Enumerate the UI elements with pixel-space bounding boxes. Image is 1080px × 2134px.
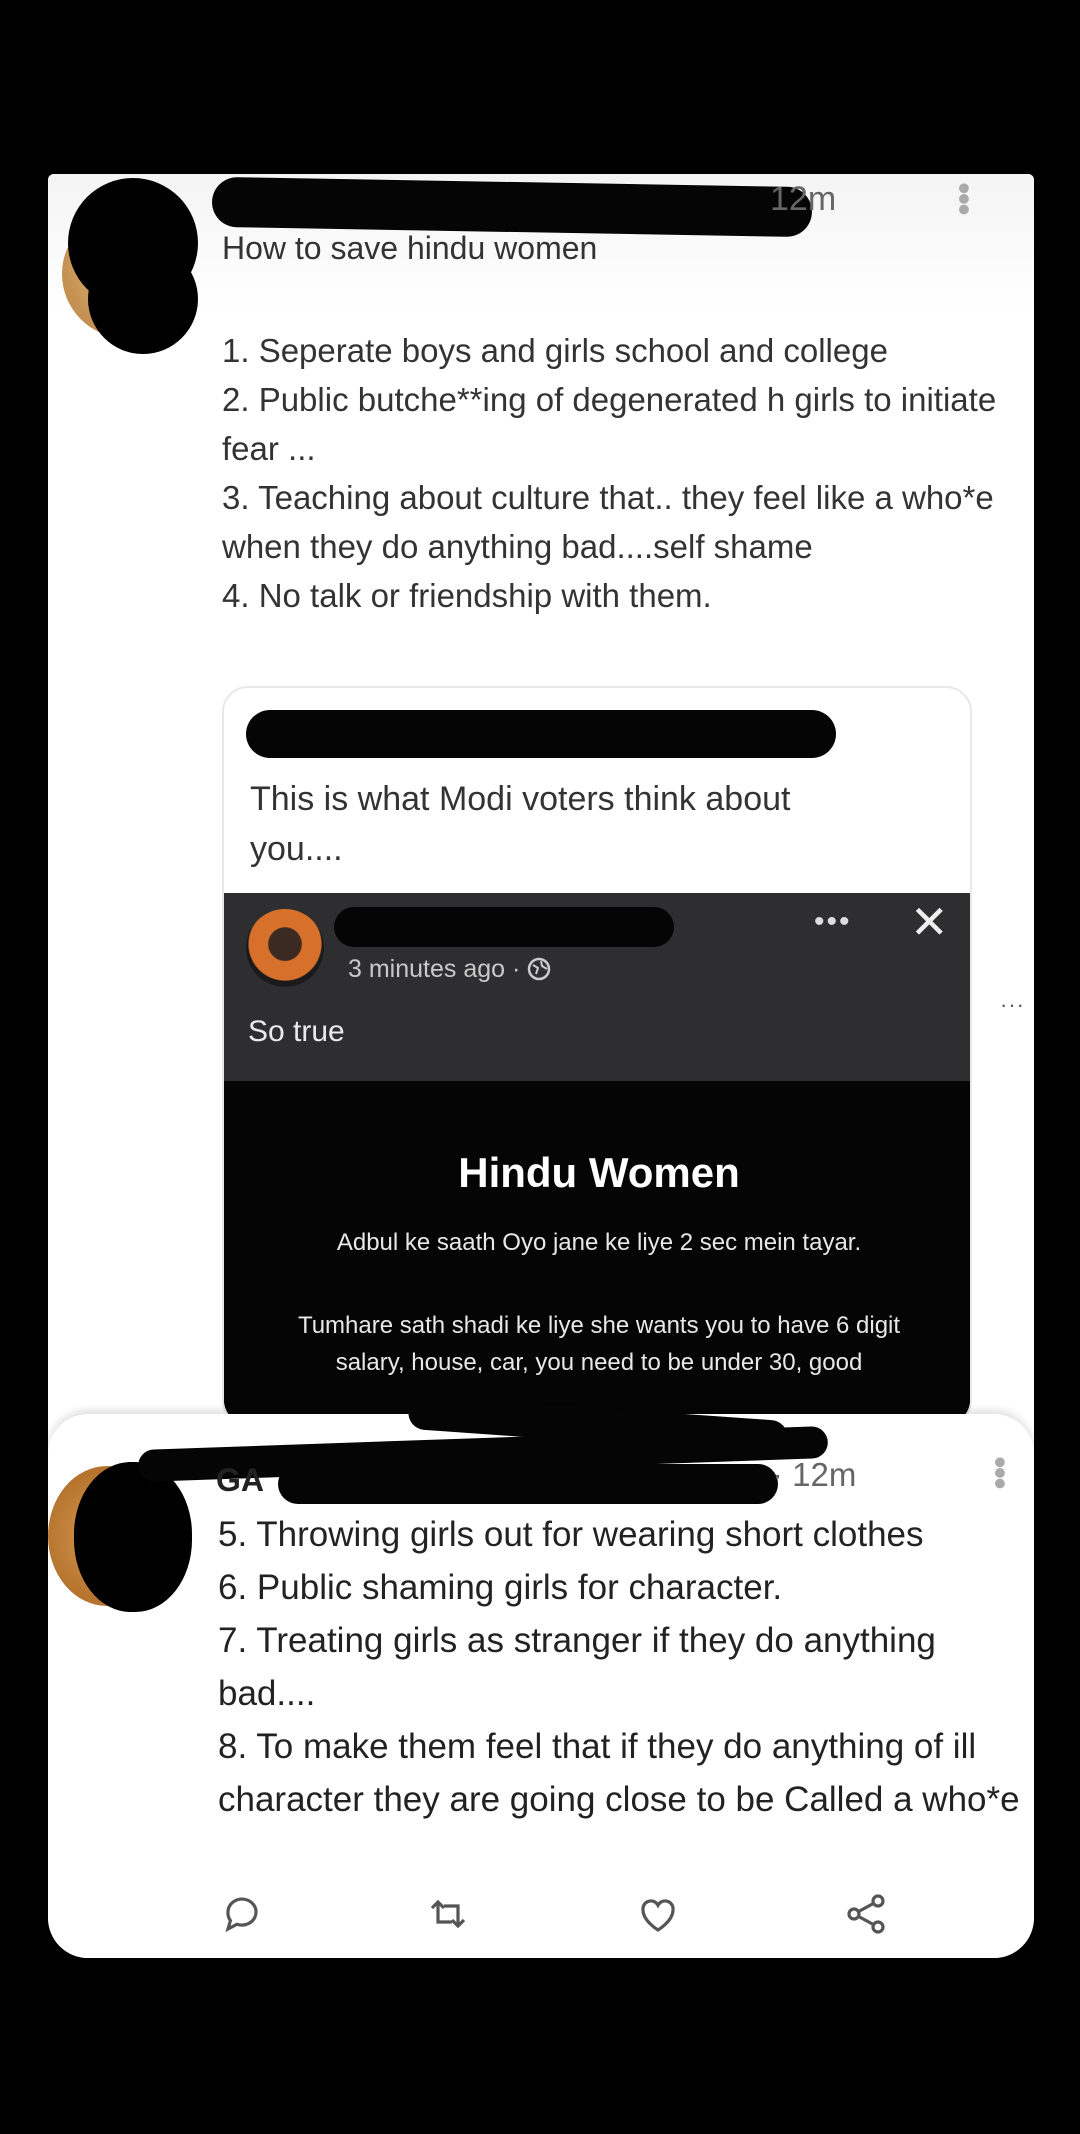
tweet-body: 5. Throwing girls out for wearing short … [218,1508,1034,1826]
tweet-time: 12m [770,180,837,218]
fb-image-card: Hindu Women Adbul ke saath Oyo jane ke l… [224,1081,970,1424]
fb-caption: So true [248,1015,345,1048]
tweet-line: 2. Public butche**ing of degenerated h g… [222,381,1006,467]
avatar-redaction [88,244,198,354]
username-redaction [211,176,813,238]
more-icon: ··· [1000,992,1025,1017]
fb-post-meta: 3 minutes ago · [348,955,551,984]
heart-icon[interactable] [634,1890,682,1938]
username-redaction [278,1464,778,1504]
avatar-redaction [74,1462,192,1612]
reply-icon[interactable] [218,1890,266,1938]
share-icon[interactable] [842,1890,890,1938]
more-icon[interactable]: ••• [980,1456,1021,1488]
tweet-body: 1. Seperate boys and girls school and co… [222,326,1022,620]
more-icon[interactable]: ••• [814,905,852,939]
tweet-line: 8. To make them feel that if they do any… [218,1727,1020,1819]
tweet-line: 5. Throwing girls out for wearing short … [218,1515,924,1554]
tweet-actions [218,1890,938,1940]
tweet-line: 3. Teaching about culture that.. they fe… [222,479,1003,565]
screenshot-frame: 12m ••• How to save hindu women 1. Seper… [48,174,1034,1958]
tweet-line: 4. No talk or friendship with them. [222,577,712,614]
close-icon[interactable]: ✕ [910,899,949,945]
quoted-tweet-text: This is what Modi voters think about you… [250,780,791,868]
fb-avatar [246,909,324,987]
author-name[interactable]: GA [216,1462,264,1499]
retweet-icon[interactable] [424,1890,472,1938]
quoted-tweet[interactable]: This is what Modi voters think about you… [222,686,972,1426]
tweet-line: 6. Public shaming girls for character. [218,1568,783,1607]
tweet-reply[interactable]: GA · 12m ••• 5. Throwing girls out for w… [48,1394,1034,1958]
fb-name-redaction [334,907,674,947]
quoted-username-redaction [246,710,836,758]
card-line: Tumhare sath shadi ke liye she wants you… [297,1312,901,1376]
fb-timestamp: 3 minutes ago · [348,955,521,983]
globe-icon [528,957,551,981]
facebook-post-screenshot: 3 minutes ago · ••• ✕ So true Hindu Wome… [224,893,970,1424]
card-title: Hindu Women [458,1149,740,1196]
tweet-main[interactable]: 12m ••• How to save hindu women 1. Seper… [48,174,1034,1426]
tweet-title: How to save hindu women [222,230,598,266]
tweet-line: 7. Treating girls as stranger if they do… [218,1621,946,1713]
more-icon[interactable]: ••• [944,182,985,214]
tweet-time: · 12m [772,1456,857,1493]
card-line: Adbul ke saath Oyo jane ke liye 2 sec me… [336,1229,862,1256]
tweet-line: 1. Seperate boys and girls school and co… [222,332,888,369]
